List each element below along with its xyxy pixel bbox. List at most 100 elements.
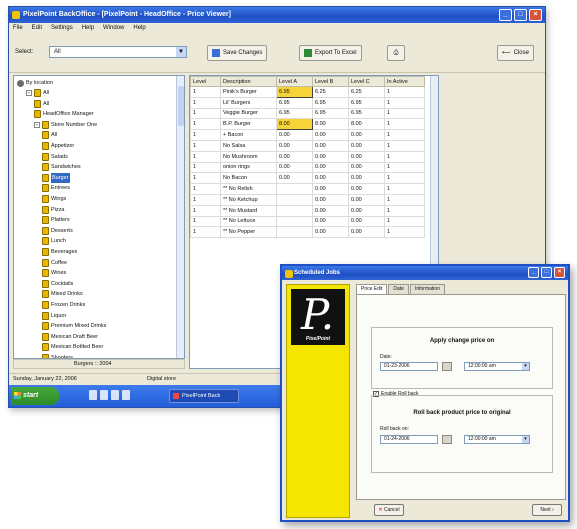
- table-row[interactable]: 1 Veggie Burger 6.95 6.95 6.95 1: [190, 107, 425, 120]
- start-button[interactable]: start: [11, 387, 59, 405]
- table-cell[interactable]: Lil' Burgers: [220, 96, 277, 109]
- table-cell[interactable]: 1: [190, 204, 221, 217]
- table-cell[interactable]: 0.00: [348, 161, 385, 174]
- tree-node[interactable]: Liquor: [42, 311, 66, 321]
- table-cell[interactable]: 0.00: [276, 139, 313, 152]
- dialog-minimize-button[interactable]: _: [528, 267, 539, 278]
- tree-node[interactable]: All: [42, 130, 57, 140]
- chevron-down-icon[interactable]: ▾: [522, 363, 529, 370]
- table-row[interactable]: 1 Pinik's Burger 6.95 6.25 6.25 1: [190, 86, 425, 98]
- tree-node[interactable]: Lunch: [42, 236, 66, 246]
- quick-launch-icon[interactable]: [100, 390, 108, 400]
- table-row[interactable]: 1 No Bacon 0.00 0.00 0.00 1: [190, 172, 425, 185]
- table-cell[interactable]: 1: [190, 183, 221, 195]
- table-row[interactable]: 1 Lil' Burgers 6.95 6.95 6.95 1: [190, 96, 425, 109]
- table-cell[interactable]: 0.00: [312, 226, 349, 239]
- table-cell[interactable]: + Bacon: [220, 129, 277, 141]
- minimize-button[interactable]: _: [499, 9, 512, 21]
- table-cell[interactable]: 0.00: [312, 139, 349, 152]
- table-cell[interactable]: [276, 193, 313, 206]
- table-cell[interactable]: 6.95: [276, 86, 313, 98]
- table-cell[interactable]: 0.00: [312, 193, 349, 206]
- rollback-time-field[interactable]: 12:00:00 am ▾: [464, 435, 530, 444]
- table-cell[interactable]: 0.00: [348, 226, 385, 239]
- quick-launch-icon[interactable]: [89, 390, 97, 400]
- table-row[interactable]: 1 ** No Lettuce 0.00 0.00 1: [190, 215, 425, 228]
- table-cell[interactable]: Pinik's Burger: [220, 86, 277, 98]
- tree-node[interactable]: Sandwiches: [42, 162, 81, 172]
- menu-file[interactable]: File: [13, 23, 23, 33]
- table-cell[interactable]: 1: [384, 193, 425, 206]
- table-cell[interactable]: [276, 183, 313, 195]
- table-cell[interactable]: 0.00: [348, 204, 385, 217]
- table-cell[interactable]: 1: [190, 172, 221, 185]
- tree-node[interactable]: Pizza: [42, 205, 64, 215]
- tree-node[interactable]: Cocktails: [42, 279, 73, 289]
- column-header[interactable]: Description: [220, 76, 277, 87]
- menu-help-2[interactable]: Help: [133, 23, 145, 33]
- table-cell[interactable]: [276, 226, 313, 239]
- table-cell[interactable]: 0.00: [276, 129, 313, 141]
- calendar-icon[interactable]: [442, 362, 452, 371]
- quick-launch-icon[interactable]: [111, 390, 119, 400]
- tree-node[interactable]: − All: [26, 88, 49, 98]
- dialog-close-button[interactable]: ×: [554, 267, 565, 278]
- table-cell[interactable]: [276, 204, 313, 217]
- table-cell[interactable]: ** No Relish: [220, 183, 277, 195]
- tree-node[interactable]: − Store Number One: [34, 120, 97, 130]
- tree-node[interactable]: Burger: [42, 172, 70, 183]
- tree-root[interactable]: By location: [17, 78, 53, 88]
- save-changes-button[interactable]: Save Changes: [207, 45, 268, 61]
- table-cell[interactable]: 1: [190, 161, 221, 174]
- table-row[interactable]: 1 ** No Ketchup 0.00 0.00 1: [190, 193, 425, 206]
- chevron-down-icon[interactable]: ▼: [176, 47, 186, 57]
- table-cell[interactable]: 1: [384, 183, 425, 195]
- main-titlebar[interactable]: PixelPoint BackOffice - [PixelPoint - He…: [9, 7, 545, 23]
- column-header[interactable]: In Active: [384, 76, 425, 87]
- dialog-maximize-button[interactable]: □: [541, 267, 552, 278]
- table-cell[interactable]: 1: [190, 86, 221, 98]
- table-cell[interactable]: 1: [190, 96, 221, 109]
- table-row[interactable]: 1 ** No Mustard 0.00 0.00 1: [190, 204, 425, 217]
- table-cell[interactable]: 1: [190, 215, 221, 228]
- table-cell[interactable]: 6.95: [348, 107, 385, 120]
- tree-node[interactable]: Wings: [42, 194, 66, 204]
- tab-date[interactable]: Date: [388, 284, 409, 294]
- table-cell[interactable]: 1: [384, 215, 425, 228]
- table-cell[interactable]: 0.00: [312, 150, 349, 163]
- table-row[interactable]: 1 No Salsa 0.00 0.00 0.00 1: [190, 139, 425, 152]
- quick-launch-icon[interactable]: [122, 390, 130, 400]
- table-cell[interactable]: 6.95: [312, 96, 349, 109]
- table-cell[interactable]: 1: [384, 107, 425, 120]
- table-row[interactable]: 1 ** No Relish 0.00 0.00 1: [190, 183, 425, 195]
- table-row[interactable]: 1 B.P. Burger 8.00 8.00 8.00 1: [190, 118, 425, 131]
- table-cell[interactable]: 0.00: [348, 129, 385, 141]
- select-dropdown[interactable]: All ▼: [49, 46, 187, 58]
- table-row[interactable]: 1 + Bacon 0.00 0.00 0.00 1: [190, 129, 425, 141]
- table-cell[interactable]: 8.00: [348, 118, 385, 131]
- chevron-down-icon[interactable]: ▾: [522, 436, 529, 443]
- table-cell[interactable]: 0.00: [276, 161, 313, 174]
- table-cell[interactable]: 1: [384, 150, 425, 163]
- dialog-titlebar[interactable]: Scheduled Jobs _ □ ×: [282, 266, 568, 280]
- table-cell[interactable]: 1: [384, 86, 425, 98]
- tree-node[interactable]: Platters: [42, 215, 70, 225]
- tree-node[interactable]: Premium Mixed Drinks: [42, 321, 106, 331]
- table-cell[interactable]: 1: [384, 118, 425, 131]
- tree-scroll-thumb[interactable]: [178, 86, 184, 126]
- table-cell[interactable]: 1: [190, 107, 221, 120]
- table-row[interactable]: 1 No Mushroom 0.00 0.00 0.00 1: [190, 150, 425, 163]
- tree-node[interactable]: Mexican Bottled Beer: [42, 342, 103, 352]
- menu-help[interactable]: Help: [82, 23, 94, 33]
- apply-date-field[interactable]: 01-23-2006: [380, 362, 438, 371]
- tree-node[interactable]: Mixed Drinks: [42, 289, 83, 299]
- calendar-icon[interactable]: [442, 435, 452, 444]
- column-header[interactable]: Level C: [348, 76, 385, 87]
- table-cell[interactable]: 0.00: [348, 172, 385, 185]
- table-cell[interactable]: 1: [190, 129, 221, 141]
- tree-node[interactable]: Frozen Drinks: [42, 300, 85, 310]
- table-cell[interactable]: Veggie Burger: [220, 107, 277, 120]
- table-cell[interactable]: 0.00: [312, 129, 349, 141]
- table-cell[interactable]: 1: [190, 193, 221, 206]
- table-cell[interactable]: 0.00: [276, 150, 313, 163]
